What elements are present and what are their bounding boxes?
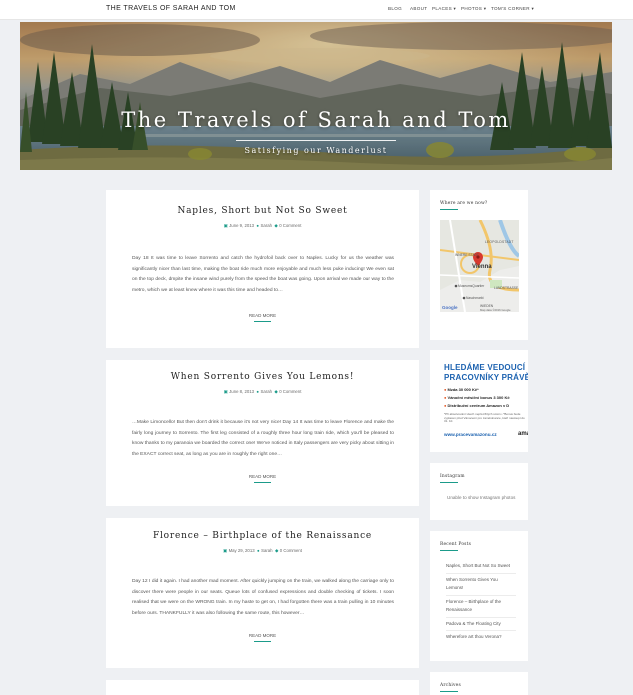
post-card: Florence – Birthplace of the Renaissance… <box>106 518 419 668</box>
nav-item-photos[interactable]: PHOTOS ▾ <box>461 6 486 12</box>
post-excerpt: …Make Limoncello! But then don't drink i… <box>132 420 394 457</box>
user-icon: ● <box>256 389 260 394</box>
user-icon: ● <box>257 548 260 553</box>
ad-fine-print: *Při absolvování všech nepřetržitých smě… <box>444 412 525 424</box>
map-attribution: Map data ©2016 Google <box>480 308 511 312</box>
recent-post-link[interactable]: Naples, Short But Not So Sweet <box>446 562 516 570</box>
post-card <box>106 680 419 695</box>
hero-title: The Travels of Sarah and Tom <box>121 108 511 132</box>
post-date[interactable]: June 9, 2013 <box>229 223 254 228</box>
widget-title-underline <box>440 209 458 210</box>
post-title-link[interactable]: Naples, Short but Not So Sweet <box>106 206 419 216</box>
comment-icon: ◆ <box>274 548 279 553</box>
map-label: Naschmarkt <box>466 296 484 300</box>
main-nav: BLOG ABOUT PLACES ▾ PHOTOS ▾ TOM'S CORNE… <box>0 6 633 16</box>
location-map[interactable]: LEOPOLDSTADT INNERE STADT Vienna LANDSTR… <box>440 220 519 312</box>
post-comments-link[interactable]: 0 Comment <box>279 389 301 394</box>
read-more-underline <box>254 482 271 483</box>
archives-widget: Archives <box>430 672 528 695</box>
recent-post-link[interactable]: When Sorrento Gives You Lemons! <box>446 576 516 591</box>
comment-icon: ◆ <box>274 223 278 228</box>
recent-post-link[interactable]: Wherefore art thou Verona? <box>446 633 516 641</box>
google-logo: Google <box>442 305 458 310</box>
post-meta: ▣ June 9, 2013 ● Sarah ◆ 0 Comment <box>106 223 419 229</box>
divider <box>446 573 516 574</box>
widget-title: Archives <box>440 683 461 688</box>
post-author[interactable]: Sarah <box>261 223 272 228</box>
map-label: LEOPOLDSTADT <box>485 240 514 244</box>
widget-title: Where are we now? <box>440 201 488 206</box>
calendar-icon: ▣ <box>223 548 228 553</box>
widget-title-underline <box>440 550 458 551</box>
recent-post-link[interactable]: Florence – Birthplace of the Renaissance <box>446 598 516 613</box>
hero-divider <box>236 140 396 141</box>
hero-subtitle: Satisfying our Wanderlust <box>244 146 388 155</box>
nav-label: BLOG <box>388 6 402 11</box>
chevron-down-icon: ▾ <box>483 6 487 11</box>
widget-title: Recent Posts <box>440 542 472 547</box>
ad-bullet: ● Distribuční centrum Amazon v D <box>444 403 510 408</box>
ad-bullet: ● Mzda 30 000 Kč* <box>444 387 479 392</box>
divider <box>446 630 516 631</box>
divider <box>446 595 516 596</box>
map-label: MuseumsQuartier <box>458 284 485 288</box>
post-meta: ▣ May 29, 2013 ● Sarah ◆ 0 Comment <box>106 548 419 554</box>
read-more-link[interactable]: READ MORE <box>106 633 419 638</box>
nav-label: PLACES <box>432 6 452 11</box>
post-card: Naples, Short but Not So Sweet ▣ June 9, … <box>106 190 419 348</box>
nav-item-toms-corner[interactable]: TOM'S CORNER ▾ <box>491 6 534 12</box>
nav-label: ABOUT <box>410 6 428 11</box>
calendar-icon: ▣ <box>223 389 228 394</box>
post-title-link[interactable]: When Sorrento Gives You Lemons! <box>106 372 419 382</box>
map-widget: Where are we now? LEOPOLDSTADT INNERE ST… <box>430 190 528 340</box>
nav-item-about[interactable]: ABOUT <box>410 6 427 11</box>
nav-label: PHOTOS <box>461 6 483 11</box>
read-more-underline <box>254 641 271 642</box>
map-label: LANDSTRASSE <box>494 286 519 290</box>
comment-icon: ◆ <box>274 389 278 394</box>
post-date[interactable]: May 29, 2013 <box>229 548 255 553</box>
ad-logo: ama <box>518 431 528 437</box>
ad-bullet: ● Vánoční měsíční bonus 3 300 Kč <box>444 395 510 400</box>
advertisement[interactable]: HLEDÁME VEDOUCÍ PRACOVNÍKY PRÁVĚ ● Mzda … <box>430 359 528 439</box>
post-meta: ▣ June 8, 2013 ● Sarah ◆ 0 Comment <box>106 389 419 395</box>
read-more-link[interactable]: READ MORE <box>106 313 419 318</box>
read-more-link[interactable]: READ MORE <box>106 474 419 479</box>
read-more-underline <box>254 321 271 322</box>
chevron-down-icon: ▾ <box>531 6 535 11</box>
user-icon: ● <box>256 223 260 228</box>
ad-url: www.pracevamazonu.cz <box>444 432 497 437</box>
ad-widget: HLEDÁME VEDOUCÍ PRACOVNÍKY PRÁVĚ ● Mzda … <box>430 350 528 452</box>
post-excerpt: Day 12 I did it again. I had another mad… <box>132 579 394 616</box>
ad-headline: HLEDÁME VEDOUCÍ <box>444 363 526 372</box>
divider <box>446 617 516 618</box>
widget-title-underline <box>440 691 458 692</box>
map-city-label: Vienna <box>472 264 492 270</box>
nav-item-blog[interactable]: BLOG <box>388 6 402 11</box>
post-comments-link[interactable]: 0 Comment <box>280 548 302 553</box>
recent-post-link[interactable]: Padova & The Floating City <box>446 620 516 628</box>
chevron-down-icon: ▾ <box>453 6 457 11</box>
instagram-widget: Instagram Unable to show Instagram photo… <box>430 463 528 520</box>
widget-title-underline <box>440 482 458 483</box>
top-navbar: THE TRAVELS OF SARAH AND TOM BLOG ABOUT … <box>0 0 633 20</box>
hero-banner: The Travels of Sarah and Tom Satisfying … <box>20 22 612 170</box>
post-date[interactable]: June 8, 2013 <box>229 389 254 394</box>
map-label: INNERE STADT <box>455 253 479 257</box>
recent-posts-widget: Recent Posts Naples, Short But Not So Sw… <box>430 531 528 661</box>
post-author[interactable]: Sarah <box>261 389 272 394</box>
nav-item-places[interactable]: PLACES ▾ <box>432 6 456 12</box>
post-excerpt: Day 18 It was time to leave Sorrento and… <box>132 256 394 293</box>
nav-label: TOM'S CORNER <box>491 6 530 11</box>
post-title-link[interactable]: Florence – Birthplace of the Renaissance <box>106 531 419 541</box>
calendar-icon: ▣ <box>223 223 228 228</box>
post-author[interactable]: Sarah <box>261 548 272 553</box>
post-comments-link[interactable]: 0 Comment <box>279 223 301 228</box>
ad-headline: PRACOVNÍKY PRÁVĚ <box>444 373 528 382</box>
widget-title: Instagram <box>440 474 465 479</box>
post-card: When Sorrento Gives You Lemons! ▣ June 8,… <box>106 360 419 506</box>
instagram-error-text: Unable to show Instagram photos <box>447 495 516 500</box>
